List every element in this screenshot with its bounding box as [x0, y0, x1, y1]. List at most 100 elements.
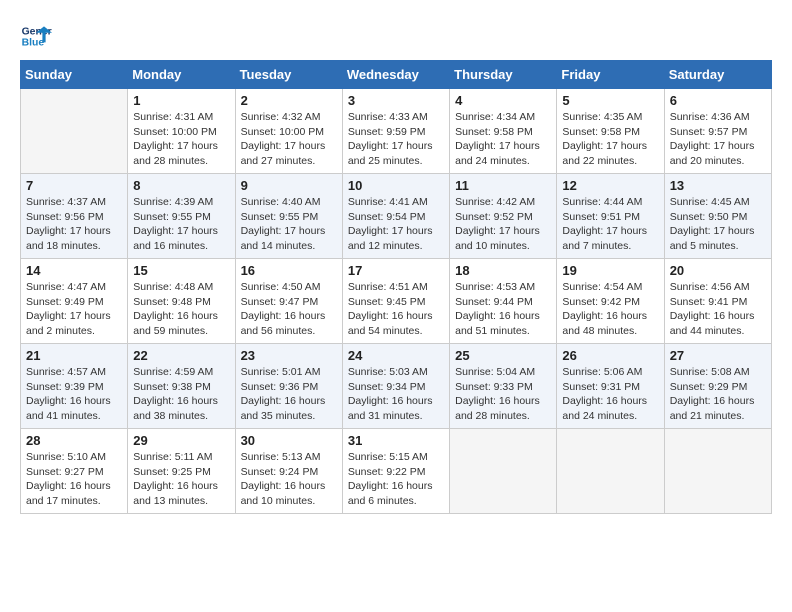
calendar-cell: 13Sunrise: 4:45 AM Sunset: 9:50 PM Dayli… [664, 174, 771, 259]
day-number: 6 [670, 93, 766, 108]
calendar-cell: 26 Sunrise: 5:06 AM Sunset: 9:31 PM Dayli… [557, 344, 664, 429]
day-header-sunday: Sunday [21, 61, 128, 89]
day-info: Sunrise: 4:31 AM Sunset: 10:00 PM Daylig… [133, 110, 229, 169]
day-info: Sunrise: 5:13 AM Sunset: 9:24 PM Dayligh… [241, 450, 337, 509]
page-header: General Blue [20, 20, 772, 52]
day-header-friday: Friday [557, 61, 664, 89]
calendar-cell: 15 Sunrise: 4:48 AM Sunset: 9:48 PM Dayli… [128, 259, 235, 344]
day-number: 1 [133, 93, 229, 108]
day-info: Sunrise: 4:42 AM Sunset: 9:52 PM Dayligh… [455, 195, 551, 254]
calendar-table: SundayMondayTuesdayWednesdayThursdayFrid… [20, 60, 772, 514]
day-number: 26 [562, 348, 658, 363]
calendar-cell: 17Sunrise: 4:51 AM Sunset: 9:45 PM Dayli… [342, 259, 449, 344]
day-info: Sunrise: 4:37 AM Sunset: 9:56 PM Dayligh… [26, 195, 122, 254]
day-number: 22 [133, 348, 229, 363]
day-number: 31 [348, 433, 444, 448]
day-info: Sunrise: 4:53 AM Sunset: 9:44 PM Dayligh… [455, 280, 551, 339]
day-header-tuesday: Tuesday [235, 61, 342, 89]
day-info: Sunrise: 5:15 AM Sunset: 9:22 PM Dayligh… [348, 450, 444, 509]
calendar-cell [450, 429, 557, 514]
day-number: 9 [241, 178, 337, 193]
day-info: Sunrise: 4:56 AM Sunset: 9:41 PM Dayligh… [670, 280, 766, 339]
day-info: Sunrise: 5:11 AM Sunset: 9:25 PM Dayligh… [133, 450, 229, 509]
calendar-cell: 20 Sunrise: 4:56 AM Sunset: 9:41 PM Dayli… [664, 259, 771, 344]
day-number: 11 [455, 178, 551, 193]
calendar-cell: 7 Sunrise: 4:37 AM Sunset: 9:56 PM Daylig… [21, 174, 128, 259]
calendar-cell: 28 Sunrise: 5:10 AM Sunset: 9:27 PM Dayli… [21, 429, 128, 514]
day-info: Sunrise: 4:54 AM Sunset: 9:42 PM Dayligh… [562, 280, 658, 339]
day-header-saturday: Saturday [664, 61, 771, 89]
calendar-cell: 14 Sunrise: 4:47 AM Sunset: 9:49 PM Dayli… [21, 259, 128, 344]
calendar-cell [557, 429, 664, 514]
day-info: Sunrise: 4:41 AM Sunset: 9:54 PM Dayligh… [348, 195, 444, 254]
day-number: 13 [670, 178, 766, 193]
day-number: 19 [562, 263, 658, 278]
day-header-thursday: Thursday [450, 61, 557, 89]
day-info: Sunrise: 5:10 AM Sunset: 9:27 PM Dayligh… [26, 450, 122, 509]
day-number: 20 [670, 263, 766, 278]
day-info: Sunrise: 5:04 AM Sunset: 9:33 PM Dayligh… [455, 365, 551, 424]
day-info: Sunrise: 4:35 AM Sunset: 9:58 PM Dayligh… [562, 110, 658, 169]
calendar-cell: 16 Sunrise: 4:50 AM Sunset: 9:47 PM Dayli… [235, 259, 342, 344]
week-row-3: 14 Sunrise: 4:47 AM Sunset: 9:49 PM Dayli… [21, 259, 772, 344]
day-number: 8 [133, 178, 229, 193]
calendar-cell: 4 Sunrise: 4:34 AM Sunset: 9:58 PM Daylig… [450, 89, 557, 174]
day-info: Sunrise: 4:59 AM Sunset: 9:38 PM Dayligh… [133, 365, 229, 424]
day-info: Sunrise: 4:48 AM Sunset: 9:48 PM Dayligh… [133, 280, 229, 339]
calendar-cell: 31 Sunrise: 5:15 AM Sunset: 9:22 PM Dayli… [342, 429, 449, 514]
calendar-cell: 18 Sunrise: 4:53 AM Sunset: 9:44 PM Dayli… [450, 259, 557, 344]
calendar-cell: 11 Sunrise: 4:42 AM Sunset: 9:52 PM Dayli… [450, 174, 557, 259]
day-number: 12 [562, 178, 658, 193]
calendar-cell: 5 Sunrise: 4:35 AM Sunset: 9:58 PM Daylig… [557, 89, 664, 174]
day-number: 24 [348, 348, 444, 363]
calendar-cell: 1 Sunrise: 4:31 AM Sunset: 10:00 PM Dayli… [128, 89, 235, 174]
calendar-cell: 24 Sunrise: 5:03 AM Sunset: 9:34 PM Dayli… [342, 344, 449, 429]
day-info: Sunrise: 4:34 AM Sunset: 9:58 PM Dayligh… [455, 110, 551, 169]
day-number: 28 [26, 433, 122, 448]
day-number: 3 [348, 93, 444, 108]
day-number: 4 [455, 93, 551, 108]
calendar-cell: 22 Sunrise: 4:59 AM Sunset: 9:38 PM Dayli… [128, 344, 235, 429]
day-info: Sunrise: 4:39 AM Sunset: 9:55 PM Dayligh… [133, 195, 229, 254]
day-info: Sunrise: 4:47 AM Sunset: 9:49 PM Dayligh… [26, 280, 122, 339]
calendar-cell: 21Sunrise: 4:57 AM Sunset: 9:39 PM Dayli… [21, 344, 128, 429]
day-number: 18 [455, 263, 551, 278]
day-info: Sunrise: 5:08 AM Sunset: 9:29 PM Dayligh… [670, 365, 766, 424]
day-info: Sunrise: 4:33 AM Sunset: 9:59 PM Dayligh… [348, 110, 444, 169]
week-row-1: 1 Sunrise: 4:31 AM Sunset: 10:00 PM Dayli… [21, 89, 772, 174]
day-info: Sunrise: 4:40 AM Sunset: 9:55 PM Dayligh… [241, 195, 337, 254]
day-info: Sunrise: 5:01 AM Sunset: 9:36 PM Dayligh… [241, 365, 337, 424]
day-header-monday: Monday [128, 61, 235, 89]
day-number: 15 [133, 263, 229, 278]
calendar-cell: 10Sunrise: 4:41 AM Sunset: 9:54 PM Dayli… [342, 174, 449, 259]
day-info: Sunrise: 4:36 AM Sunset: 9:57 PM Dayligh… [670, 110, 766, 169]
day-number: 5 [562, 93, 658, 108]
day-number: 14 [26, 263, 122, 278]
calendar-cell: 8 Sunrise: 4:39 AM Sunset: 9:55 PM Daylig… [128, 174, 235, 259]
day-info: Sunrise: 4:57 AM Sunset: 9:39 PM Dayligh… [26, 365, 122, 424]
calendar-cell [21, 89, 128, 174]
calendar-cell: 23Sunrise: 5:01 AM Sunset: 9:36 PM Dayli… [235, 344, 342, 429]
day-info: Sunrise: 4:44 AM Sunset: 9:51 PM Dayligh… [562, 195, 658, 254]
day-info: Sunrise: 4:50 AM Sunset: 9:47 PM Dayligh… [241, 280, 337, 339]
calendar-cell: 6 Sunrise: 4:36 AM Sunset: 9:57 PM Daylig… [664, 89, 771, 174]
day-number: 29 [133, 433, 229, 448]
week-row-2: 7 Sunrise: 4:37 AM Sunset: 9:56 PM Daylig… [21, 174, 772, 259]
day-number: 2 [241, 93, 337, 108]
calendar-cell: 25Sunrise: 5:04 AM Sunset: 9:33 PM Dayli… [450, 344, 557, 429]
day-info: Sunrise: 5:03 AM Sunset: 9:34 PM Dayligh… [348, 365, 444, 424]
week-row-5: 28 Sunrise: 5:10 AM Sunset: 9:27 PM Dayli… [21, 429, 772, 514]
week-row-4: 21Sunrise: 4:57 AM Sunset: 9:39 PM Dayli… [21, 344, 772, 429]
days-header-row: SundayMondayTuesdayWednesdayThursdayFrid… [21, 61, 772, 89]
day-number: 17 [348, 263, 444, 278]
day-number: 7 [26, 178, 122, 193]
calendar-cell: 9 Sunrise: 4:40 AM Sunset: 9:55 PM Daylig… [235, 174, 342, 259]
day-header-wednesday: Wednesday [342, 61, 449, 89]
day-info: Sunrise: 5:06 AM Sunset: 9:31 PM Dayligh… [562, 365, 658, 424]
logo-icon: General Blue [20, 20, 52, 52]
calendar-cell: 12 Sunrise: 4:44 AM Sunset: 9:51 PM Dayli… [557, 174, 664, 259]
day-number: 16 [241, 263, 337, 278]
calendar-cell: 30 Sunrise: 5:13 AM Sunset: 9:24 PM Dayli… [235, 429, 342, 514]
calendar-cell [664, 429, 771, 514]
day-number: 30 [241, 433, 337, 448]
